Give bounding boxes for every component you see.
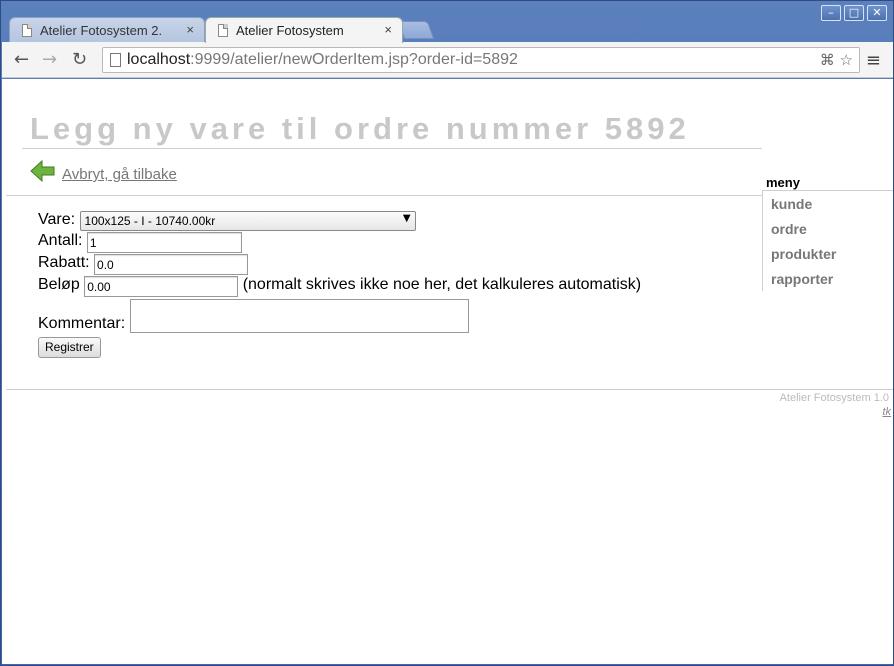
title-divider [22,148,762,149]
tab-atelier-active[interactable]: Atelier Fotosystem × [205,17,403,43]
menu-item-kunde[interactable]: kunde [763,191,893,216]
footer-text: Atelier Fotosystem 1.0 [779,392,889,404]
forward-arrow-icon[interactable]: → [42,49,57,70]
tab-label: Atelier Fotosystem 2. [40,23,163,38]
omnibox-actions: ⌘ ☆ [820,51,853,69]
rabatt-row: Rabatt: 0.0 [38,254,249,275]
document-icon [22,24,32,37]
new-tab-button[interactable] [397,21,435,39]
vare-row: Vare: 100x125 - I - 10740.00kr ▼ [38,211,416,231]
vare-label: Vare: [38,211,76,228]
submit-row: Registrer [38,337,101,358]
back-link-label: Avbryt, gå tilbake [62,166,177,183]
vare-selected-value: 100x125 - I - 10740.00kr [84,214,216,228]
belop-note: (normalt skrives ikke noe her, det kalku… [242,276,642,293]
dropdown-caret-icon: ▼ [402,213,411,224]
address-bar[interactable]: localhost:9999/atelier/newOrderItem.jsp?… [102,47,860,73]
page-content: Legg ny vare til ordre nummer 5892 Avbry… [2,79,893,664]
menu-title: meny [766,175,800,190]
vare-select[interactable]: 100x125 - I - 10740.00kr ▼ [79,211,416,231]
bookmark-star-icon[interactable]: ☆ [840,51,853,69]
menu-item-rapporter[interactable]: rapporter [763,266,893,291]
tab-strip: Atelier Fotosystem 2. × Atelier Fotosyst… [9,15,889,43]
close-tab-icon[interactable]: × [186,22,194,37]
back-divider [6,195,763,196]
side-menu: kunde ordre produkter rapporter [762,190,893,291]
reload-icon[interactable]: ↻ [72,49,87,70]
footer-divider [6,389,893,390]
footer-link[interactable]: tk [882,406,891,418]
document-icon [218,24,228,37]
belop-input[interactable]: 0.00 [84,276,239,297]
kommentar-row: Kommentar: [38,299,469,333]
url-path: :9999/atelier/newOrderItem.jsp?order-id=… [190,51,518,68]
url-host: localhost [127,51,191,68]
translate-icon[interactable]: ⌘ [820,51,835,69]
rabatt-label: Rabatt: [38,254,90,271]
browser-menu-icon[interactable]: ≡ [866,50,881,71]
green-back-arrow-icon [30,159,55,183]
menu-item-produkter[interactable]: produkter [763,241,893,266]
menu-item-ordre[interactable]: ordre [763,216,893,241]
page-icon [110,53,121,67]
page-title: Legg ny vare til ordre nummer 5892 [30,111,690,146]
browser-window: – □ ✕ Atelier Fotosystem 2. × Atelier Fo… [0,0,894,666]
tab-atelier-2[interactable]: Atelier Fotosystem 2. × [9,17,205,43]
close-tab-icon[interactable]: × [384,22,392,37]
kommentar-label: Kommentar: [38,315,126,332]
belop-row: Beløp 0.00 (normalt skrives ikke noe her… [38,276,641,297]
back-arrow-icon[interactable]: ← [14,49,29,70]
back-link[interactable]: Avbryt, gå tilbake [30,159,177,183]
belop-label: Beløp [38,276,80,293]
browser-toolbar: ← → ↻ localhost:9999/atelier/newOrderIte… [2,42,893,78]
kommentar-textarea[interactable] [129,299,469,333]
registrer-button[interactable]: Registrer [38,337,101,358]
tab-label: Atelier Fotosystem [236,23,344,38]
rabatt-input[interactable]: 0.0 [94,254,249,275]
antall-row: Antall: 1 [38,232,242,253]
antall-input[interactable]: 1 [86,232,242,253]
antall-label: Antall: [38,232,83,249]
